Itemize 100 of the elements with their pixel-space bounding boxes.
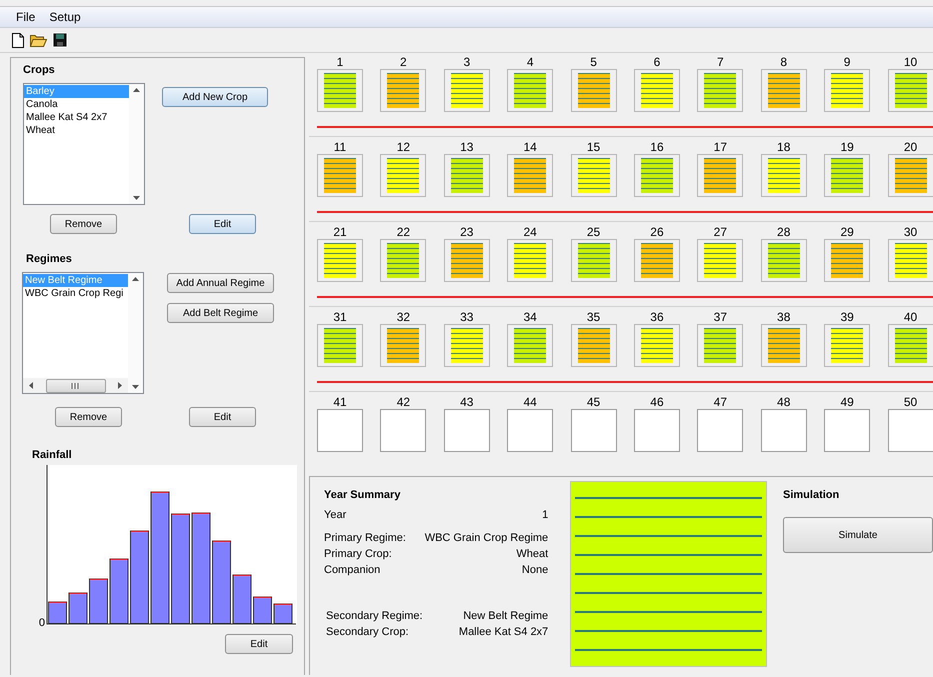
empty-tile[interactable]	[444, 409, 490, 452]
field-tile[interactable]	[444, 324, 490, 367]
tile-number: 30	[902, 225, 918, 239]
remove-button[interactable]: Remove	[50, 214, 117, 234]
field-tile[interactable]	[634, 154, 680, 197]
field-tile[interactable]	[760, 69, 807, 112]
field-tile[interactable]	[697, 324, 744, 367]
field-tile[interactable]	[824, 154, 870, 197]
scroll-thumb[interactable]	[46, 378, 106, 392]
empty-tile[interactable]	[380, 409, 426, 452]
empty-tile[interactable]	[507, 409, 554, 452]
field-tile[interactable]	[507, 324, 554, 367]
menu-item[interactable]: Setup	[49, 10, 81, 24]
field-tile[interactable]	[634, 69, 680, 112]
field-tile[interactable]	[507, 69, 554, 112]
field-tile[interactable]	[824, 239, 870, 282]
field-tile[interactable]	[697, 239, 744, 282]
field-tile[interactable]	[444, 69, 490, 112]
tile-number: 29	[839, 225, 855, 239]
tile-number: 9	[842, 55, 852, 69]
field-tile[interactable]	[570, 324, 617, 367]
list-box[interactable]: New Belt Regime WBC Grain Crop Regi	[22, 272, 144, 394]
tile-number: 25	[586, 225, 602, 239]
section-title: Regimes	[26, 253, 73, 265]
menu-item[interactable]: File	[16, 10, 36, 24]
field-tile[interactable]	[317, 154, 363, 197]
field-tile[interactable]	[888, 239, 933, 282]
tile-number: 24	[522, 225, 538, 239]
list-item[interactable]: Canola	[24, 98, 129, 111]
field-tile[interactable]	[760, 239, 807, 282]
empty-tile[interactable]	[824, 409, 870, 452]
edit-button[interactable]: Edit	[225, 634, 293, 654]
field-tile[interactable]	[507, 154, 554, 197]
field-tile[interactable]	[760, 154, 807, 197]
field-tile[interactable]	[380, 324, 426, 367]
list-item[interactable]: WBC Grain Crop Regi	[23, 287, 128, 300]
field-tile[interactable]	[570, 154, 617, 197]
tile-number: 14	[522, 140, 538, 154]
scrollbar[interactable]	[129, 84, 144, 204]
list-item[interactable]: Wheat	[24, 124, 129, 137]
field-tile[interactable]	[317, 69, 363, 112]
scroll-right-icon[interactable]	[118, 382, 122, 389]
tile-number: 21	[332, 225, 348, 239]
empty-tile[interactable]	[634, 409, 680, 452]
summary-label: Companion	[324, 563, 380, 578]
add-regime-button[interactable]: Add Annual Regime	[167, 273, 274, 293]
tile-number: 6	[652, 55, 662, 69]
list-item[interactable]: Mallee Kat S4 2x7	[24, 111, 129, 124]
scroll-up-icon[interactable]	[132, 277, 139, 281]
empty-tile[interactable]	[760, 409, 807, 452]
field-tile[interactable]	[824, 69, 870, 112]
summary-value: Wheat	[516, 547, 548, 562]
list-box[interactable]: Barley Canola Mallee Kat S4 2x7 Wheat	[23, 83, 145, 205]
new-file-icon[interactable]	[12, 32, 24, 48]
horizontal-scrollbar[interactable]	[23, 378, 128, 393]
tile-number: 17	[712, 140, 728, 154]
field-tile[interactable]	[634, 239, 680, 282]
field-tile[interactable]	[380, 239, 426, 282]
simulate-button[interactable]: Simulate	[783, 517, 933, 553]
scroll-down-icon[interactable]	[132, 385, 139, 389]
field-tile[interactable]	[697, 154, 744, 197]
empty-tile[interactable]	[570, 409, 617, 452]
field-tile[interactable]	[507, 239, 554, 282]
summary-label: Secondary Crop:	[326, 625, 409, 640]
add-regime-button[interactable]: Add Belt Regime	[167, 303, 274, 323]
field-tile[interactable]	[697, 69, 744, 112]
tile-number: 13	[459, 140, 474, 154]
tile-number: 38	[776, 310, 792, 324]
empty-tile[interactable]	[697, 409, 744, 452]
field-tile[interactable]	[380, 154, 426, 197]
field-tile[interactable]	[634, 324, 680, 367]
field-tile[interactable]	[380, 69, 426, 112]
empty-tile[interactable]	[888, 409, 933, 452]
field-tile[interactable]	[444, 239, 490, 282]
edit-button[interactable]: Edit	[189, 407, 256, 427]
save-icon[interactable]	[53, 33, 67, 47]
field-tile[interactable]	[317, 239, 363, 282]
tile-number: 34	[522, 310, 538, 324]
field-tile[interactable]	[570, 239, 617, 282]
field-tile[interactable]	[760, 324, 807, 367]
field-tile[interactable]	[444, 154, 490, 197]
empty-tile[interactable]	[317, 409, 363, 452]
field-tile[interactable]	[888, 154, 933, 197]
folder-icon[interactable]	[30, 33, 47, 47]
field-tile[interactable]	[824, 324, 870, 367]
scroll-left-icon[interactable]	[29, 382, 33, 389]
tile-number: 19	[839, 140, 855, 154]
scrollbar[interactable]	[128, 273, 143, 393]
scroll-down-icon[interactable]	[133, 196, 140, 200]
section-title: Rainfall	[32, 449, 73, 461]
add-crop-button[interactable]: Add New Crop	[162, 87, 268, 107]
tile-number: 50	[902, 395, 918, 409]
field-tile[interactable]	[570, 69, 617, 112]
field-tile[interactable]	[317, 324, 363, 367]
edit-button[interactable]: Edit	[189, 214, 256, 234]
field-tile[interactable]	[888, 324, 933, 367]
tile-number: 26	[649, 225, 665, 239]
scroll-up-icon[interactable]	[133, 88, 140, 92]
field-tile[interactable]	[888, 69, 933, 112]
remove-button[interactable]: Remove	[55, 407, 122, 427]
